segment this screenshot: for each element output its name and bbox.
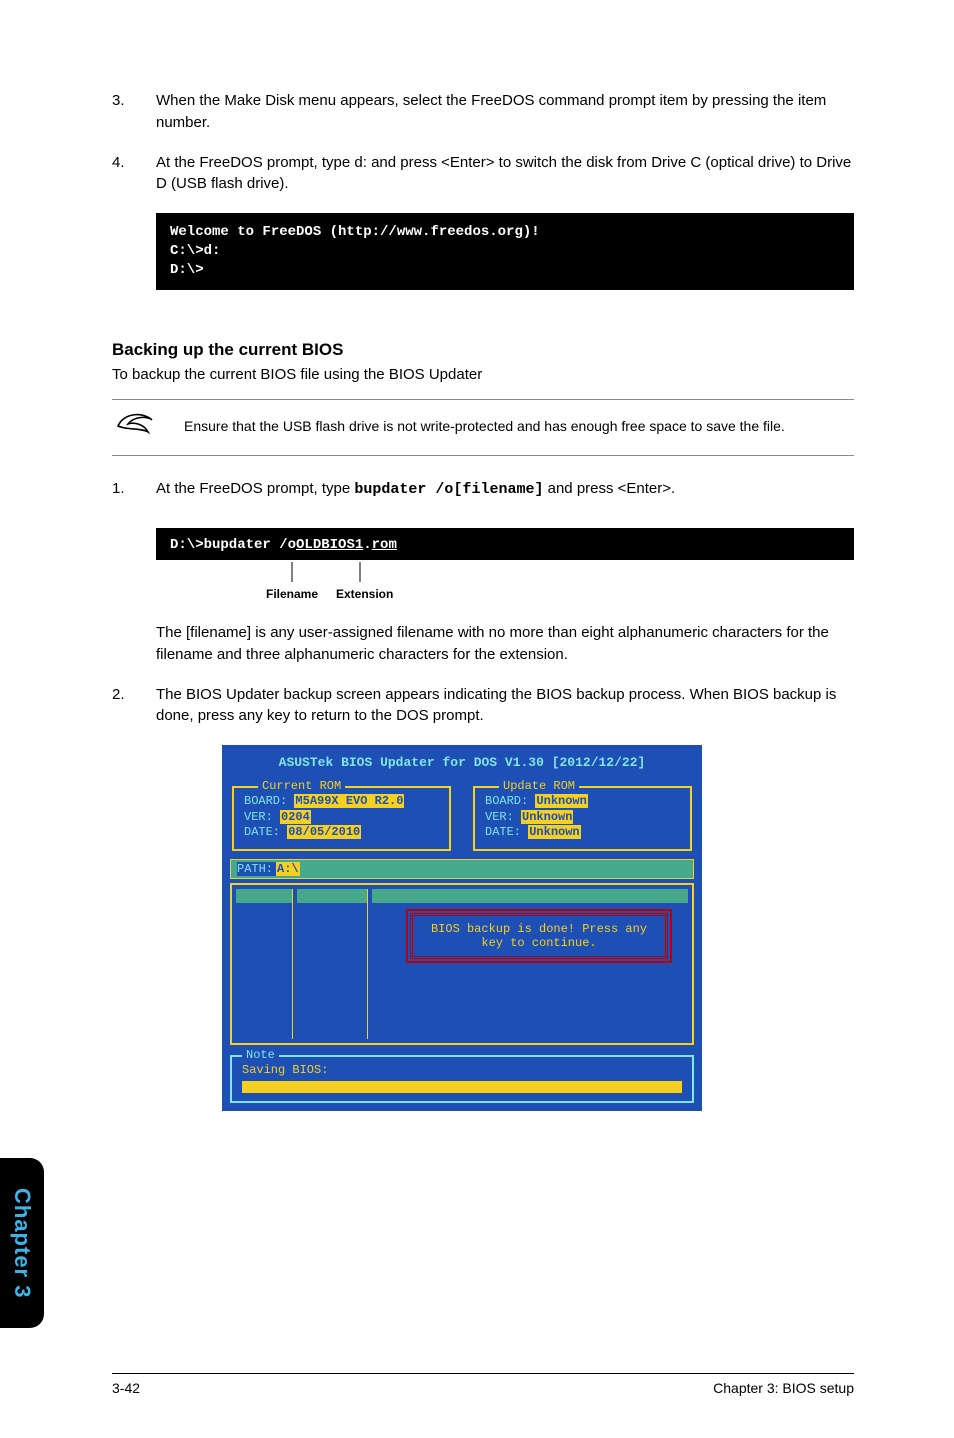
progress-bar: [242, 1081, 682, 1093]
file-browser-area: BIOS backup is done! Press any key to co…: [230, 883, 694, 1045]
field-label: BOARD:: [244, 794, 287, 808]
text-fragment: At the FreeDOS prompt, type: [156, 480, 354, 497]
step-text: The BIOS Updater backup screen appears i…: [156, 684, 854, 728]
field-value: M5A99X EVO R2.0: [294, 794, 404, 808]
svg-text:Filename: Filename: [266, 587, 318, 601]
step-3: 3. When the Make Disk menu appears, sele…: [112, 90, 854, 134]
chapter-side-tab: Chapter 3: [0, 1158, 44, 1328]
bios-updater-screen: ASUSTek BIOS Updater for DOS V1.30 [2012…: [222, 745, 702, 1111]
section-description: To backup the current BIOS file using th…: [112, 366, 854, 383]
saving-label: Saving BIOS:: [242, 1063, 682, 1077]
step-number: 2.: [112, 684, 156, 728]
path-value: A:\: [276, 862, 300, 876]
field-label: VER:: [485, 810, 514, 824]
panel-legend: Current ROM: [258, 779, 345, 793]
terminal-text: .: [363, 537, 371, 553]
step-4: 4. At the FreeDOS prompt, type d: and pr…: [112, 152, 854, 196]
file-column: [236, 889, 293, 1039]
page-footer: 3-42 Chapter 3: BIOS setup: [112, 1373, 854, 1396]
field-value: Unknown: [535, 794, 587, 808]
bios-title: ASUSTek BIOS Updater for DOS V1.30 [2012…: [230, 753, 694, 780]
path-label: PATH:: [237, 862, 276, 876]
note-callout: Ensure that the USB flash drive is not w…: [112, 399, 854, 456]
filename-explanation: The [filename] is any user-assigned file…: [156, 622, 854, 666]
field-value: 08/05/2010: [287, 825, 361, 839]
section-heading: Backing up the current BIOS: [112, 340, 854, 360]
terminal-extension: rom: [372, 537, 397, 553]
field-value: 0204: [280, 810, 311, 824]
step-backup-2: 2. The BIOS Updater backup screen appear…: [112, 684, 854, 728]
step-backup-1: 1. At the FreeDOS prompt, type bupdater …: [112, 478, 854, 501]
note-icon: [112, 410, 156, 445]
terminal-output-1: Welcome to FreeDOS (http://www.freedos.o…: [156, 213, 854, 290]
path-row: PATH: A:\: [230, 859, 694, 879]
field-label: VER:: [244, 810, 273, 824]
field-label: DATE:: [485, 825, 521, 839]
panel-legend: Note: [242, 1048, 279, 1062]
step-number: 1.: [112, 478, 156, 501]
terminal-text: D:\>bupdater /o: [170, 537, 296, 553]
field-value: Unknown: [528, 825, 580, 839]
update-rom-panel: Update ROM BOARD: Unknown VER: Unknown D…: [473, 786, 692, 851]
note-text: Ensure that the USB flash drive is not w…: [184, 417, 785, 437]
text-fragment: and press <Enter>.: [543, 480, 675, 497]
svg-text:Extension: Extension: [336, 587, 393, 601]
terminal-filename: OLDBIOS1: [296, 537, 363, 553]
footer-title: Chapter 3: BIOS setup: [713, 1380, 854, 1396]
step-number: 3.: [112, 90, 156, 134]
file-column: [297, 889, 368, 1039]
field-label: DATE:: [244, 825, 280, 839]
inline-code: bupdater /o[filename]: [354, 481, 543, 498]
file-column: BIOS backup is done! Press any key to co…: [372, 889, 688, 1039]
page-number: 3-42: [112, 1380, 140, 1396]
terminal-output-2: D:\>bupdater /oOLDBIOS1.rom: [156, 528, 854, 560]
field-label: BOARD:: [485, 794, 528, 808]
panel-legend: Update ROM: [499, 779, 579, 793]
step-number: 4.: [112, 152, 156, 196]
field-value: Unknown: [521, 810, 573, 824]
bios-note-panel: Note Saving BIOS:: [230, 1055, 694, 1103]
backup-done-message: BIOS backup is done! Press any key to co…: [410, 913, 668, 959]
step-text: At the FreeDOS prompt, type d: and press…: [156, 152, 854, 196]
current-rom-panel: Current ROM BOARD: M5A99X EVO R2.0 VER: …: [232, 786, 451, 851]
step-text: At the FreeDOS prompt, type bupdater /o[…: [156, 478, 675, 501]
step-text: When the Make Disk menu appears, select …: [156, 90, 854, 134]
filename-extension-labels: Filename Extension: [156, 560, 854, 604]
